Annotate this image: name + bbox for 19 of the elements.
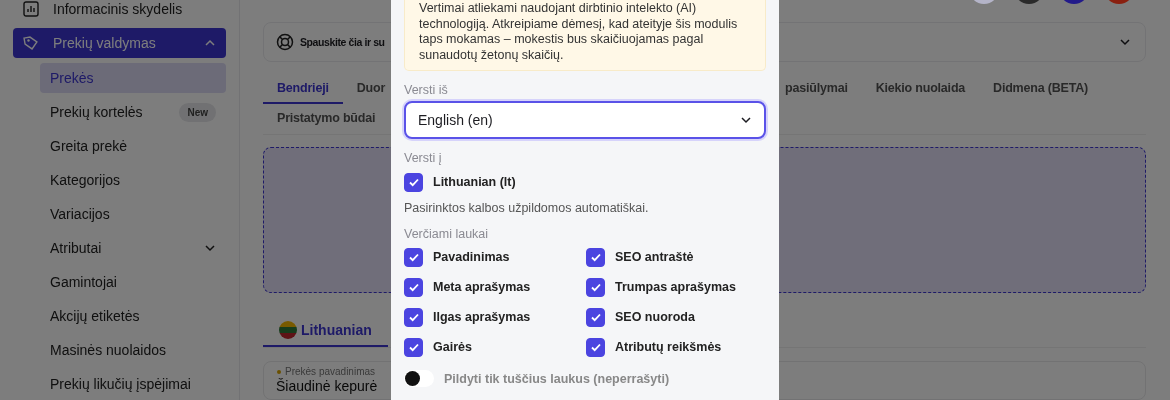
new-badge: New: [179, 102, 216, 122]
checkbox-label: Atributų reikšmės: [615, 340, 722, 354]
field-label: Versti iš: [404, 83, 449, 97]
field-label: Versti į: [404, 151, 443, 165]
checkbox-label: Trumpas aprašymas: [615, 280, 736, 294]
info-notice: Vertimai atliekami naudojant dirbtinio intelekto (AI) technologiją. Atkreipiame dėmesį, kad ateityje šis modulis taps mokamas – mokestis bus skaičiuojamas pagal sunaudotų žetonų skaičių.: [404, 0, 766, 71]
checkbox-label: SEO antraštė: [615, 250, 694, 264]
checkbox-label: Meta aprašymas: [433, 280, 531, 294]
checkbox-label: Lithuanian (lt): [433, 175, 516, 189]
checkbox-label: Gairės: [433, 340, 472, 354]
field-label: Prekės pavadinimas: [285, 365, 376, 377]
toggle-label: Pildyti tik tuščius laukus (neperrašyti): [444, 371, 670, 386]
field-label: Verčiami laukai: [404, 227, 490, 241]
checkbox-label: SEO nuoroda: [615, 310, 695, 324]
hint-text: Pasirinktos kalbos užpildomos automatiškai.: [404, 201, 650, 215]
field-value: Šiaudinė kepurė: [276, 377, 378, 394]
help-text: Spauskite čia ir su: [300, 35, 385, 48]
checkbox-label: Ilgas aprašymas: [433, 310, 531, 324]
checkbox-label: Pavadinimas: [433, 250, 510, 264]
